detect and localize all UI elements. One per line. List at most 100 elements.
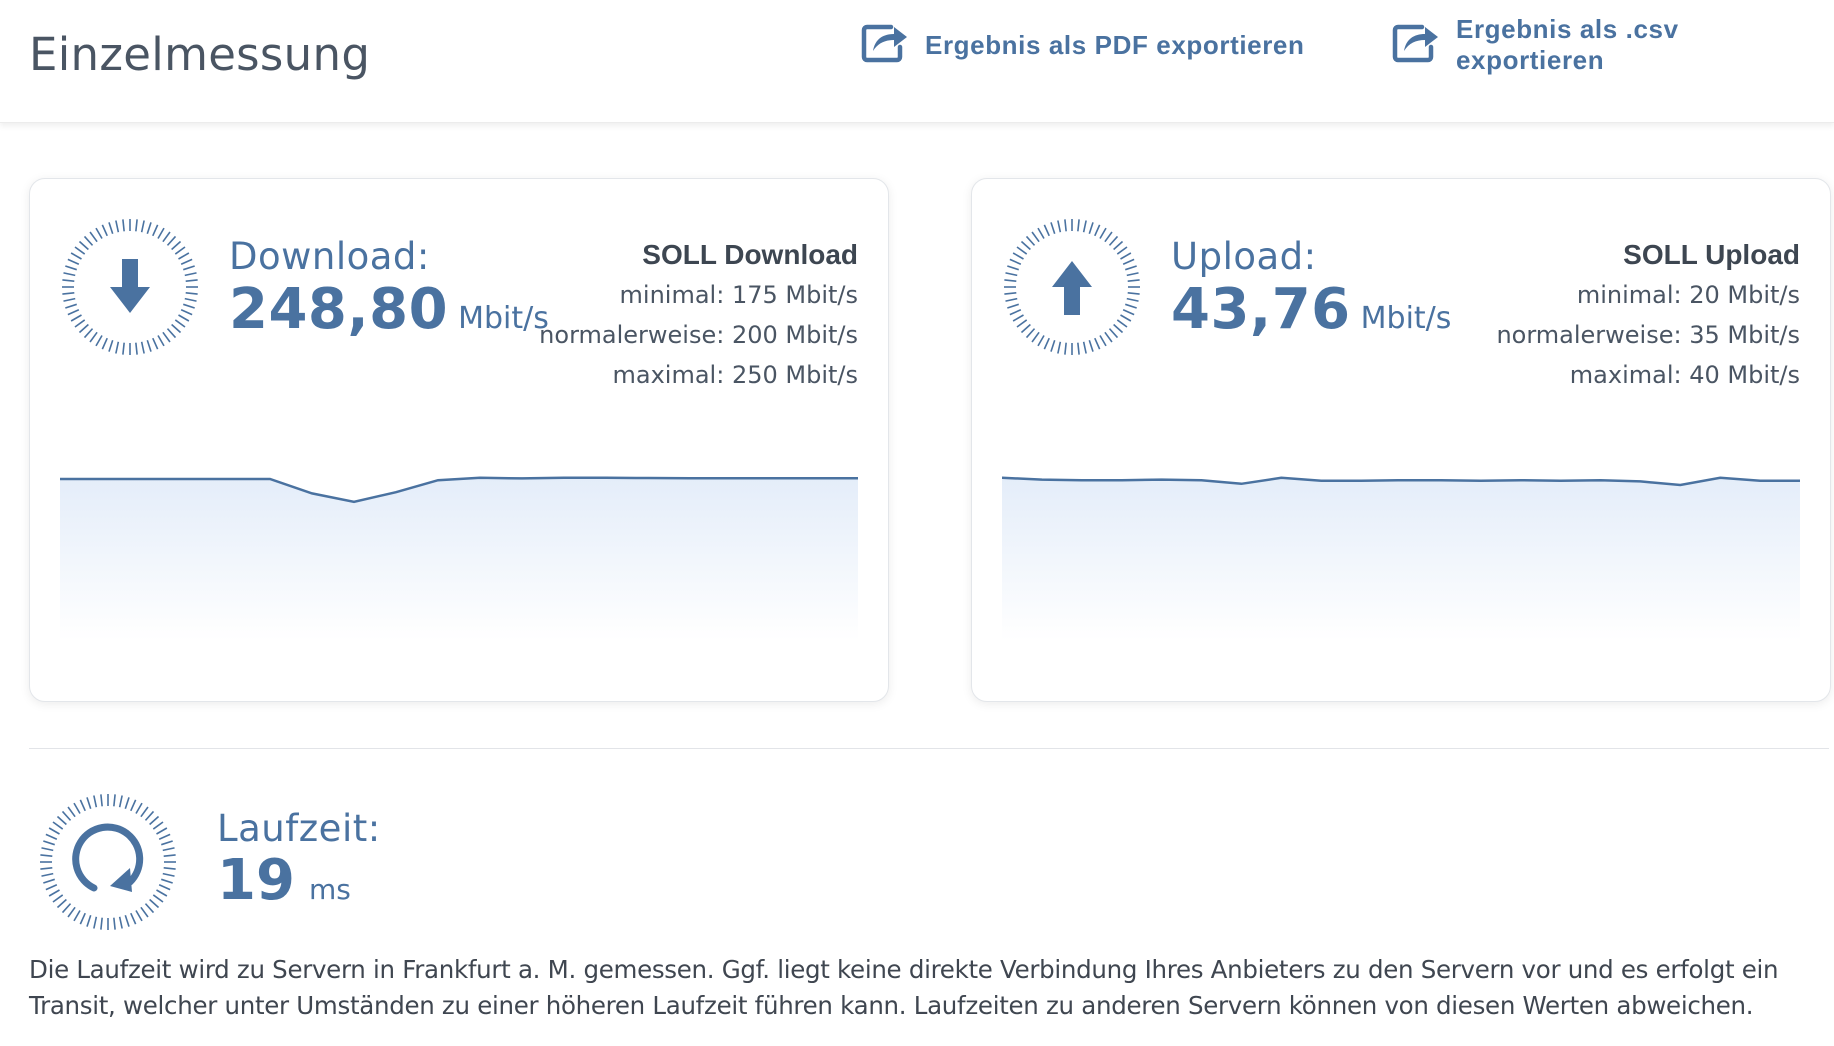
gauge-tick	[108, 340, 114, 352]
latency-number: 19	[217, 848, 295, 913]
gauge-tick	[162, 872, 175, 877]
export-icon	[861, 21, 909, 70]
gauge-tick	[163, 867, 176, 870]
gauge-tick	[1099, 227, 1107, 239]
gauge-tick	[63, 297, 76, 302]
gauge-tick	[1116, 246, 1128, 255]
download-gauge	[62, 219, 198, 355]
soll-download-min: minimal: 175 Mbit/s	[619, 281, 858, 309]
upload-sparkline	[1002, 476, 1800, 641]
gauge-tick	[1099, 335, 1107, 347]
gauge-tick	[45, 833, 58, 840]
gauge-tick	[161, 878, 173, 884]
download-area	[60, 477, 858, 641]
gauge-tick	[1108, 235, 1119, 246]
gauge-tick	[174, 246, 186, 255]
gauge-tick	[40, 867, 53, 870]
gauge-tick	[115, 341, 120, 354]
gauge-tick	[158, 833, 171, 840]
gauge-tick	[1004, 279, 1017, 282]
export-csv-button[interactable]: Ergebnis als .csv exportieren	[1392, 14, 1834, 75]
gauge-tick	[1050, 222, 1056, 234]
gauge-tick	[124, 915, 130, 927]
gauge-tick	[89, 231, 98, 243]
gauge-tick	[78, 240, 89, 251]
gauge-tick	[156, 827, 168, 835]
gauge-tick	[83, 328, 94, 339]
gauge-tick	[1113, 323, 1124, 334]
soll-download: SOLL Download minimal: 175 Mbit/s normal…	[539, 235, 858, 395]
download-sparkline	[60, 476, 858, 641]
gauge-tick	[61, 810, 72, 821]
gauge-tick	[152, 894, 164, 903]
gauge-ticks	[40, 794, 176, 930]
gauge-tick	[67, 906, 76, 918]
latency-value: 19 ms	[217, 848, 351, 913]
gauge-tick	[70, 314, 82, 322]
gauge-tick	[180, 258, 193, 265]
gauge-tick	[1104, 231, 1113, 243]
gauge-tick	[73, 802, 81, 814]
gauge-tick	[157, 227, 165, 239]
soll-upload-max: maximal: 40 Mbit/s	[1569, 361, 1800, 389]
gauge-tick	[184, 272, 197, 277]
gauge-tick	[149, 815, 160, 826]
gauge-tick	[56, 815, 67, 826]
gauge-tick	[1057, 220, 1062, 233]
gauge-tick	[41, 847, 54, 852]
export-pdf-button[interactable]: Ergebnis als PDF exportieren	[861, 20, 1304, 70]
soll-upload: SOLL Upload minimal: 20 Mbit/s normalerw…	[1496, 235, 1800, 395]
gauge-tick	[1127, 292, 1140, 295]
gauge-tick	[1082, 341, 1087, 354]
gauge-tick	[157, 335, 165, 347]
gauge-tick	[1007, 303, 1019, 309]
gauge-tick	[43, 840, 55, 846]
gauge-tick	[1057, 341, 1062, 354]
export-csv-label: Ergebnis als .csv exportieren	[1456, 14, 1679, 75]
top-bar: Einzelmessung Ergebnis als PDF exportier…	[0, 0, 1834, 123]
gauge-tick	[113, 794, 116, 807]
gauge-tick	[1025, 235, 1036, 246]
gauge-tick	[144, 810, 155, 821]
gauge-tick	[180, 309, 193, 316]
gauge-tick	[152, 224, 159, 237]
gauge-tick	[161, 840, 173, 846]
gauge-tick	[1031, 231, 1040, 243]
gauge-tick	[1020, 240, 1031, 251]
gauge-tick	[118, 916, 123, 929]
soll-download-normal: normalerweise: 200 Mbit/s	[539, 321, 858, 349]
gauge-tick	[130, 799, 137, 812]
gauge-tick	[86, 797, 92, 809]
gauge-tick	[100, 794, 103, 807]
gauge-tick	[178, 252, 190, 260]
gauge-tick	[63, 272, 76, 277]
gauge-tick	[140, 341, 145, 354]
gauge-tick	[1077, 342, 1080, 355]
gauge-tick	[1113, 240, 1124, 251]
gauge-tick	[1037, 335, 1045, 347]
gauge-tick	[1012, 252, 1024, 260]
gauge-tick	[40, 854, 53, 857]
gauge-tick	[162, 847, 175, 852]
section-divider	[29, 748, 1829, 749]
gauge-tick	[1016, 319, 1028, 328]
upload-area	[1002, 477, 1800, 641]
gauge-tick	[67, 309, 80, 316]
gauge-tick	[93, 795, 98, 808]
gauge-tick	[1004, 292, 1017, 295]
gauge-tick	[52, 894, 64, 903]
page-title: Einzelmessung	[29, 28, 371, 81]
gauge-tick	[1016, 246, 1028, 255]
upload-label: Upload:	[1171, 235, 1317, 278]
gauge-tick	[122, 342, 125, 355]
gauge-tick	[79, 799, 86, 812]
gauge-tick	[1125, 303, 1137, 309]
gauge-tick	[140, 906, 149, 918]
gauge-tick	[162, 331, 171, 343]
gauge-tick	[146, 222, 152, 234]
gauge-tick	[67, 806, 76, 818]
gauge-tick	[1082, 220, 1087, 233]
soll-upload-normal: normalerweise: 35 Mbit/s	[1496, 321, 1800, 349]
gauge-tick	[1043, 224, 1050, 237]
gauge-tick	[163, 854, 176, 857]
